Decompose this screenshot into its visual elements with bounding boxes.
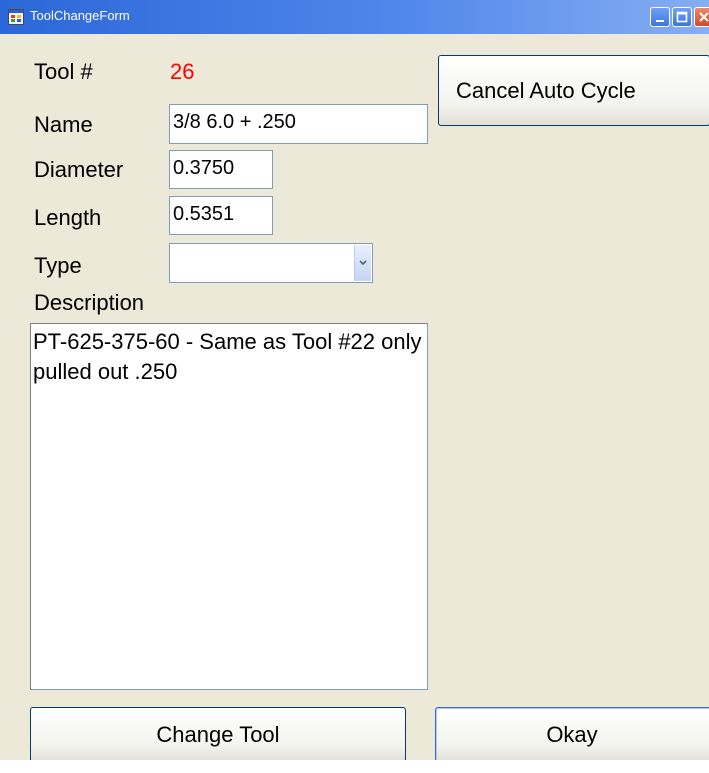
maximize-icon bbox=[676, 11, 688, 23]
bottom-margin bbox=[0, 760, 709, 773]
diameter-field[interactable]: 0.3750 bbox=[169, 150, 273, 189]
tool-number-value: 26 bbox=[170, 59, 195, 84]
name-label: Name bbox=[34, 112, 93, 137]
type-dropdown[interactable] bbox=[169, 243, 373, 283]
window-title: ToolChangeForm bbox=[30, 8, 130, 23]
minimize-button[interactable] bbox=[650, 7, 670, 27]
title-bar[interactable]: ToolChangeForm bbox=[0, 0, 709, 34]
app-window-icon bbox=[8, 9, 24, 25]
cancel-auto-cycle-button[interactable]: Cancel Auto Cycle bbox=[438, 55, 709, 126]
tool-change-window: ToolChangeForm Tool # 26 Name 3/8 6.0 + … bbox=[0, 0, 709, 760]
change-tool-button[interactable]: Change Tool bbox=[30, 707, 406, 760]
tool-number-label: Tool # bbox=[34, 59, 93, 84]
description-textarea[interactable]: PT-625-375-60 - Same as Tool #22 only pu… bbox=[30, 323, 428, 690]
close-icon bbox=[699, 12, 709, 22]
diameter-label: Diameter bbox=[34, 157, 124, 182]
type-dropdown-button[interactable] bbox=[354, 245, 371, 281]
maximize-button[interactable] bbox=[672, 7, 692, 27]
minimize-icon bbox=[656, 20, 664, 22]
type-label: Type bbox=[34, 253, 82, 278]
length-field[interactable]: 0.5351 bbox=[169, 196, 273, 235]
description-label: Description bbox=[34, 290, 145, 315]
length-label: Length bbox=[34, 205, 102, 230]
close-button[interactable] bbox=[694, 7, 709, 27]
name-field[interactable]: 3/8 6.0 + .250 bbox=[169, 104, 428, 144]
okay-button[interactable]: Okay bbox=[435, 707, 709, 760]
chevron-down-icon bbox=[359, 260, 367, 266]
